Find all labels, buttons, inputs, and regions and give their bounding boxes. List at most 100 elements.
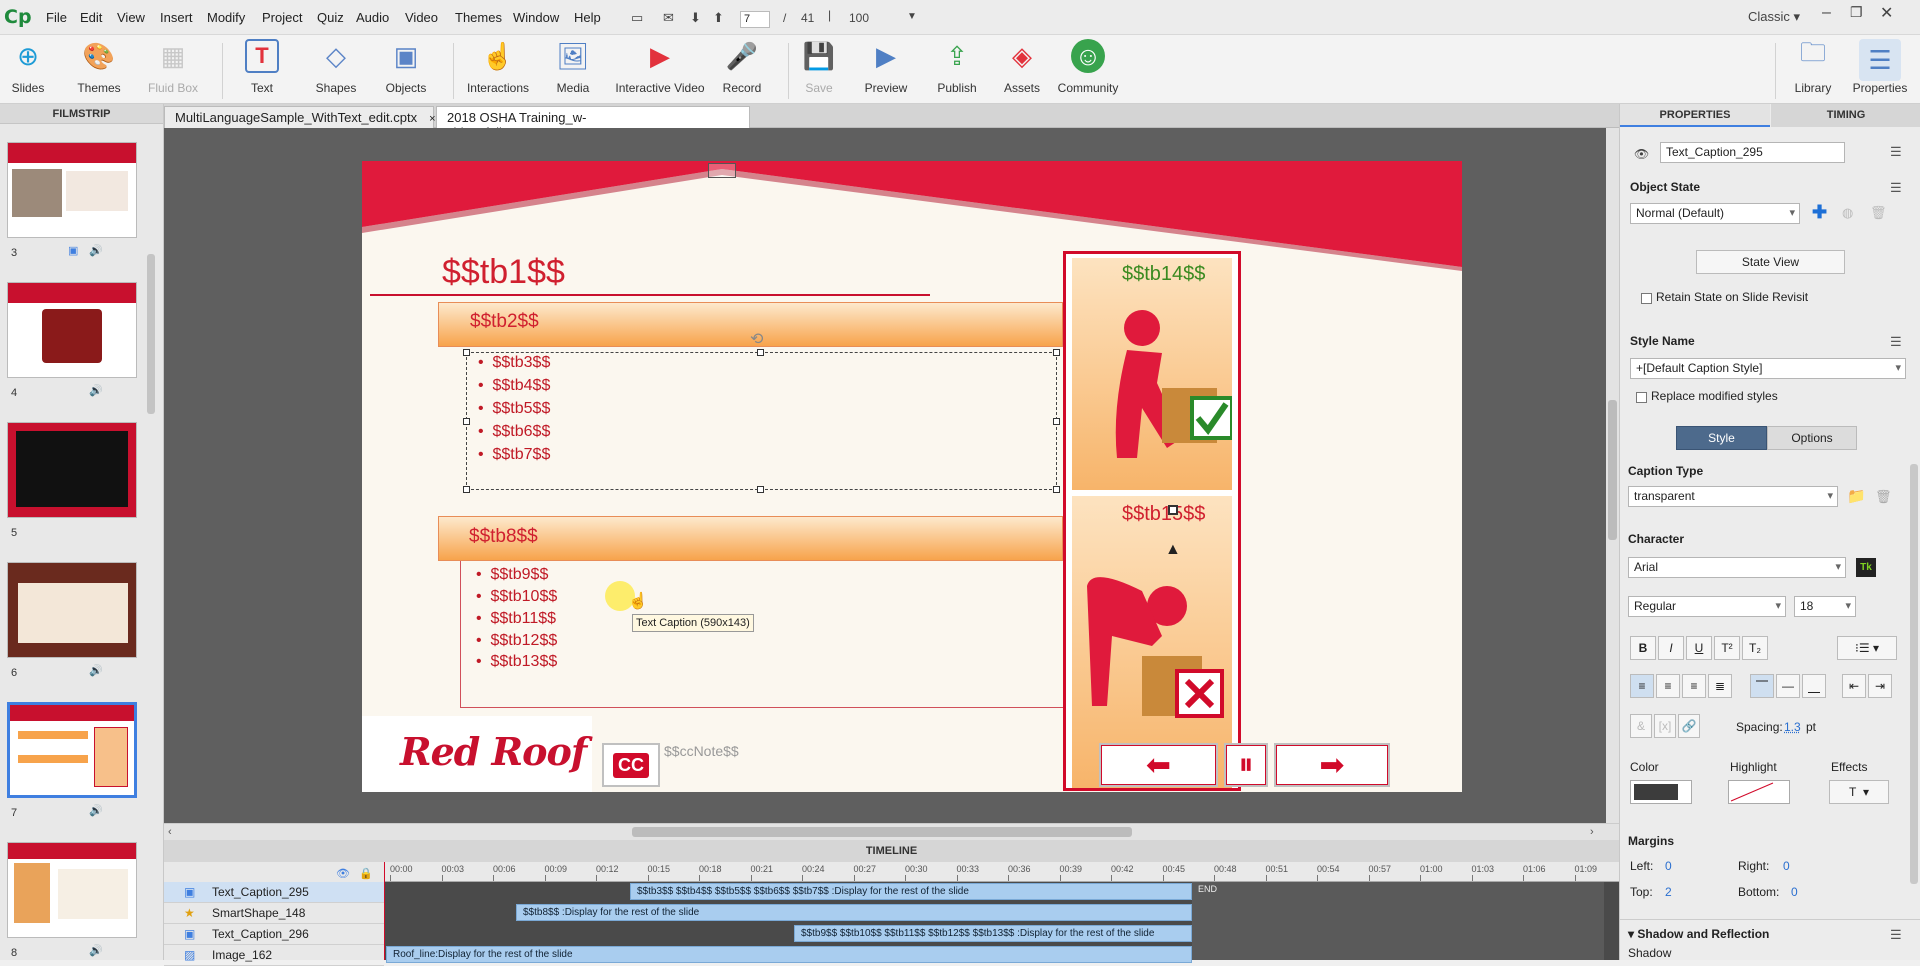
stage-vertical-scrollbar[interactable]: [1606, 128, 1619, 823]
underline-button[interactable]: U: [1686, 636, 1712, 660]
timeline-end-marker[interactable]: END: [1198, 884, 1217, 894]
next-button[interactable]: ➡: [1274, 743, 1390, 787]
menu-video[interactable]: Video: [405, 10, 438, 25]
mail-icon[interactable]: ✉: [663, 10, 674, 26]
zoom-value[interactable]: 100: [849, 11, 869, 25]
workspace-select[interactable]: Classic ▾: [1748, 9, 1800, 25]
object-state-select[interactable]: Normal (Default): [1630, 203, 1800, 224]
zoom-dropdown-icon[interactable]: ▼: [907, 11, 917, 22]
menu-view[interactable]: View: [117, 10, 145, 25]
menu-edit[interactable]: Edit: [80, 10, 102, 25]
tab-properties[interactable]: PROPERTIES: [1620, 104, 1770, 127]
menu-insert[interactable]: Insert: [160, 10, 193, 25]
italic-button[interactable]: I: [1658, 636, 1684, 660]
align-left-button[interactable]: ≡: [1630, 674, 1654, 698]
timeline-bar[interactable]: Roof_line:Display for the rest of the sl…: [386, 946, 1192, 963]
lifting-correct-image[interactable]: [1072, 258, 1234, 490]
stage-horizontal-scrollbar[interactable]: ‹ ›: [164, 823, 1619, 840]
font-style-select[interactable]: Regular: [1628, 596, 1786, 617]
minimize-icon[interactable]: –: [1822, 4, 1831, 22]
timeline-bar[interactable]: $$tb3$$ $$tb4$$ $$tb5$$ $$tb6$$ $$tb7$$ …: [630, 883, 1192, 900]
menu-file[interactable]: File: [46, 10, 67, 25]
font-family-select[interactable]: Arial: [1628, 557, 1846, 578]
timeline-row[interactable]: ★ SmartShape_148: [164, 903, 384, 924]
bullet-list-button[interactable]: ⁝☰ ▾: [1837, 636, 1897, 660]
margin-bottom-value[interactable]: 0: [1791, 885, 1798, 899]
folder-icon[interactable]: 📁: [1847, 487, 1866, 505]
close-tab-icon[interactable]: ×: [429, 113, 435, 125]
resize-handle[interactable]: [757, 349, 764, 356]
anchor-handle[interactable]: [1168, 505, 1178, 515]
slide-thumbnail-5[interactable]: [7, 422, 137, 518]
tab-multilanguage-sample[interactable]: MultiLanguageSample_WithText_edit.cptx ×: [164, 106, 436, 128]
menu-audio[interactable]: Audio: [356, 10, 389, 25]
effects-select[interactable]: T ▾: [1829, 780, 1889, 804]
close-window-icon[interactable]: ✕: [1880, 3, 1893, 23]
back-button[interactable]: ⬅: [1099, 743, 1218, 787]
align-right-button[interactable]: ≡: [1682, 674, 1706, 698]
arrow-down-icon[interactable]: ⬇: [690, 10, 701, 26]
menu-modify[interactable]: Modify: [207, 10, 245, 25]
menu-window[interactable]: Window: [513, 10, 559, 25]
lock-icon[interactable]: 🔒: [359, 867, 373, 880]
typekit-icon[interactable]: Tk: [1856, 558, 1876, 577]
visibility-eye-icon[interactable]: 👁: [1634, 147, 1649, 161]
font-size-select[interactable]: 18: [1794, 596, 1856, 617]
resize-handle[interactable]: [463, 349, 470, 356]
toolbar-community[interactable]: ☺ Community: [1043, 39, 1133, 95]
playhead[interactable]: [384, 862, 385, 960]
timeline-ruler[interactable]: 00:00 00:03 00:06 00:09 00:12 00:15 00:18 00:21…: [384, 862, 1619, 882]
retain-state-checkbox[interactable]: [1641, 293, 1652, 304]
panel-menu-icon[interactable]: ☰: [1890, 144, 1902, 160]
tab-osha-training[interactable]: 2018 OSHA Training_w-video_full_NoText4.…: [436, 106, 750, 140]
restore-icon[interactable]: ❐: [1850, 4, 1863, 21]
slide-thumbnail-6[interactable]: [7, 562, 137, 658]
text-color-swatch[interactable]: [1630, 780, 1692, 804]
slide-thumbnail-3[interactable]: [7, 142, 137, 238]
timeline-row[interactable]: ▣ Text_Caption_296: [164, 924, 384, 945]
margin-top-value[interactable]: 2: [1665, 885, 1672, 899]
text-caption-295[interactable]: [466, 352, 1057, 490]
pause-button[interactable]: ⏸: [1224, 743, 1268, 787]
resize-handle[interactable]: [1053, 349, 1060, 356]
properties-scrollbar[interactable]: [1910, 464, 1918, 884]
scroll-left-icon[interactable]: ‹: [168, 826, 172, 838]
panel-menu-icon[interactable]: ☰: [1890, 334, 1902, 350]
timeline-bar[interactable]: $$tb8$$ :Display for the rest of the sli…: [516, 904, 1192, 921]
state-view-button[interactable]: State View: [1696, 250, 1845, 274]
resize-handle[interactable]: [757, 486, 764, 493]
spacing-value[interactable]: 1.3: [1784, 720, 1801, 734]
scroll-right-icon[interactable]: ›: [1590, 826, 1594, 838]
valign-bottom-button[interactable]: ⎽: [1802, 674, 1826, 698]
shadow-reflection-header[interactable]: ▾ Shadow and Reflection: [1628, 927, 1769, 941]
menu-project[interactable]: Project: [262, 10, 302, 25]
caption-type-select[interactable]: transparent: [1628, 486, 1838, 507]
justify-button[interactable]: ≣: [1708, 674, 1732, 698]
menu-quiz[interactable]: Quiz: [317, 10, 344, 25]
style-name-select[interactable]: +[Default Caption Style]: [1630, 358, 1906, 379]
panel-menu-icon[interactable]: ☰: [1890, 180, 1902, 196]
add-state-icon[interactable]: ✚: [1812, 202, 1827, 223]
valign-top-button[interactable]: ⎺: [1750, 674, 1774, 698]
right-bottom-label[interactable]: $$tb15$$: [1122, 503, 1205, 526]
eye-icon[interactable]: 👁: [336, 867, 350, 880]
margin-right-value[interactable]: 0: [1783, 859, 1790, 873]
margin-left-value[interactable]: 0: [1665, 859, 1672, 873]
bold-button[interactable]: B: [1630, 636, 1656, 660]
indent-decrease-button[interactable]: ⇤: [1842, 674, 1866, 698]
resize-handle[interactable]: [1053, 418, 1060, 425]
toolbar-interactive-video[interactable]: ▶ Interactive Video: [615, 39, 705, 96]
indent-increase-button[interactable]: ⇥: [1868, 674, 1892, 698]
toolbar-properties[interactable]: ☰ Properties: [1835, 39, 1920, 95]
rotate-icon[interactable]: ⟲: [750, 329, 763, 349]
slide-thumbnail-8[interactable]: [7, 842, 137, 938]
superscript-button[interactable]: T²: [1714, 636, 1740, 660]
timeline-bar[interactable]: $$tb9$$ $$tb10$$ $$tb11$$ $$tb12$$ $$tb1…: [794, 925, 1192, 942]
tab-timing[interactable]: TIMING: [1771, 104, 1920, 127]
roof-line-image[interactable]: [362, 161, 1462, 271]
roof-selection-handle[interactable]: [708, 163, 736, 178]
anchor-icon[interactable]: ▲: [1165, 541, 1181, 559]
options-tab-button[interactable]: Options: [1767, 426, 1857, 450]
closed-caption-button[interactable]: CC: [602, 743, 660, 787]
style-tab-button[interactable]: Style: [1676, 426, 1767, 450]
